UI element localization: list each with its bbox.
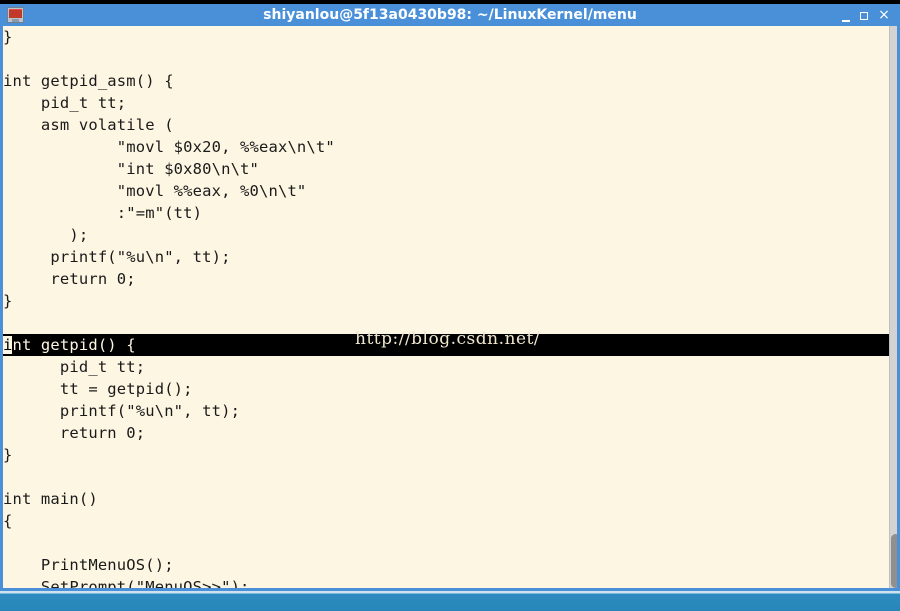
code-line[interactable]: int getpid_asm() { <box>3 70 889 92</box>
close-button[interactable]: × <box>876 4 892 26</box>
code-line[interactable] <box>3 312 889 334</box>
code-line[interactable] <box>3 466 889 488</box>
scrollbar[interactable] <box>889 26 897 588</box>
code-line[interactable]: pid_t tt; <box>3 356 889 378</box>
code-line[interactable]: printf("%u\n", tt); <box>3 400 889 422</box>
code-line[interactable]: return 0; <box>3 422 889 444</box>
code-text-area[interactable]: } int getpid_asm() { pid_t tt; asm volat… <box>3 26 889 588</box>
scrollbar-thumb[interactable] <box>891 534 897 588</box>
code-line[interactable]: "movl %%eax, %0\n\t" <box>3 180 889 202</box>
desktop-taskbar[interactable] <box>0 591 900 611</box>
code-line[interactable]: int main() <box>3 488 889 510</box>
code-line[interactable]: { <box>3 510 889 532</box>
code-line[interactable]: PrintMenuOS(); <box>3 554 889 576</box>
maximize-icon <box>860 11 868 20</box>
window-title: shiyanlou@5f13a0430b98: ~/LinuxKernel/me… <box>263 7 637 23</box>
minimize-button[interactable] <box>838 4 854 26</box>
code-line[interactable]: "movl $0x20, %%eax\n\t" <box>3 136 889 158</box>
code-line[interactable]: "int $0x80\n\t" <box>3 158 889 180</box>
code-line[interactable]: pid_t tt; <box>3 92 889 114</box>
code-line[interactable]: :"=m"(tt) <box>3 202 889 224</box>
code-line[interactable]: } <box>3 290 889 312</box>
code-line[interactable]: tt = getpid(); <box>3 378 889 400</box>
minimize-icon <box>842 20 850 22</box>
code-line[interactable]: printf("%u\n", tt); <box>3 246 889 268</box>
code-line-highlighted[interactable]: int getpid() { <box>3 334 889 356</box>
code-line[interactable] <box>3 532 889 554</box>
code-line[interactable]: return 0; <box>3 268 889 290</box>
code-line[interactable]: ); <box>3 224 889 246</box>
maximize-button[interactable] <box>856 4 872 26</box>
code-line[interactable]: SetPrompt("MenuOS>>"); <box>3 576 889 588</box>
code-line[interactable]: } <box>3 444 889 466</box>
code-line[interactable]: } <box>3 26 889 48</box>
text-cursor: i <box>3 336 13 354</box>
title-bar[interactable]: shiyanlou@5f13a0430b98: ~/LinuxKernel/me… <box>0 4 900 26</box>
terminal-body[interactable]: } int getpid_asm() { pid_t tt; asm volat… <box>3 26 897 588</box>
terminal-window: shiyanlou@5f13a0430b98: ~/LinuxKernel/me… <box>0 0 900 591</box>
code-line[interactable]: asm volatile ( <box>3 114 889 136</box>
code-line[interactable] <box>3 48 889 70</box>
